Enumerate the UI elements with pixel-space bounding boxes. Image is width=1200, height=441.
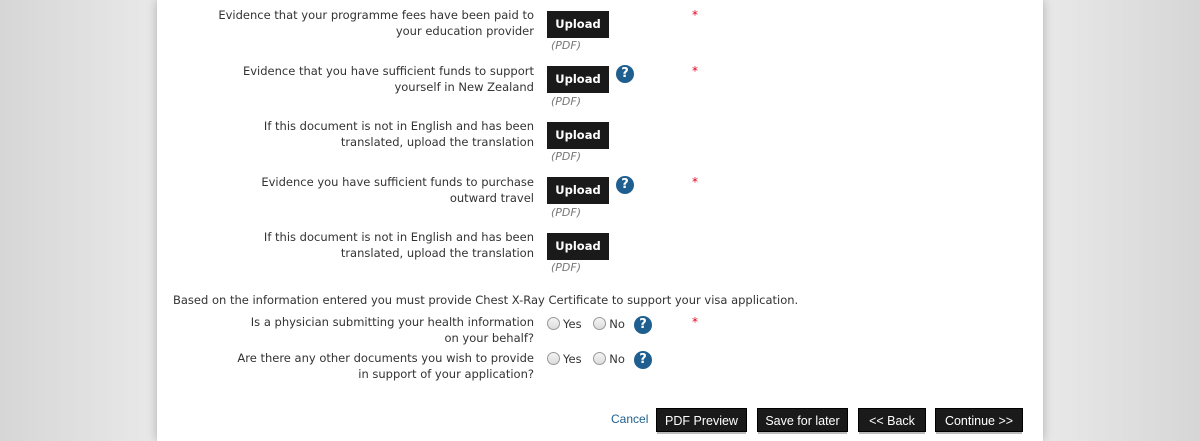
format-hint: (PDF) (551, 95, 582, 108)
document-label: Evidence you have sufficient funds to pu… (261, 175, 534, 205)
document-label: If this document is not in English and h… (263, 230, 534, 260)
upload-button-programme-fees[interactable]: Upload (547, 11, 609, 38)
radio-option-no[interactable]: No (593, 352, 625, 366)
radio-label: Yes (563, 317, 582, 331)
required-asterisk: * (692, 8, 698, 22)
required-asterisk: * (692, 175, 698, 189)
format-hint: (PDF) (551, 206, 582, 219)
cancel-link[interactable]: Cancel (611, 412, 648, 426)
radio-label: No (609, 317, 625, 331)
help-icon[interactable]: ? (634, 316, 652, 334)
radio-option-yes[interactable]: Yes (547, 352, 582, 366)
chest-xray-notice: Based on the information entered you mus… (173, 293, 799, 307)
radio-button[interactable] (593, 352, 607, 365)
radio-label: Yes (563, 352, 582, 366)
radio-label: No (609, 352, 625, 366)
document-label: Evidence that your programme fees have b… (218, 8, 534, 38)
help-icon[interactable]: ? (616, 176, 634, 194)
upload-button-translation-2[interactable]: Upload (547, 233, 609, 260)
radio-button[interactable] (593, 317, 607, 330)
document-label: Evidence that you have sufficient funds … (242, 64, 534, 94)
upload-button-sufficient-funds[interactable]: Upload (547, 66, 609, 93)
physician-radio-group: Yes No (547, 317, 633, 331)
other-documents-radio-group: Yes No (547, 352, 633, 366)
form-panel: Evidence that your programme fees have b… (157, 0, 1043, 441)
required-asterisk: * (692, 315, 698, 329)
format-hint: (PDF) (551, 39, 582, 52)
continue-button[interactable]: Continue >> (935, 408, 1023, 434)
radio-option-yes[interactable]: Yes (547, 317, 582, 331)
upload-button-outward-travel[interactable]: Upload (547, 177, 609, 204)
help-icon[interactable]: ? (616, 65, 634, 83)
document-label: If this document is not in English and h… (263, 119, 534, 149)
upload-button-translation-1[interactable]: Upload (547, 122, 609, 149)
help-icon[interactable]: ? (634, 351, 652, 369)
back-button[interactable]: << Back (858, 408, 926, 434)
pdf-preview-button[interactable]: PDF Preview (656, 408, 747, 434)
format-hint: (PDF) (551, 150, 582, 163)
radio-button[interactable] (547, 352, 560, 365)
question-label: Are there any other documents you wish t… (237, 351, 534, 381)
question-label: Is a physician submitting your health in… (250, 315, 534, 345)
radio-option-no[interactable]: No (593, 317, 625, 331)
save-for-later-button[interactable]: Save for later (757, 408, 848, 434)
required-asterisk: * (692, 64, 698, 78)
format-hint: (PDF) (551, 261, 582, 274)
radio-button[interactable] (547, 317, 560, 330)
